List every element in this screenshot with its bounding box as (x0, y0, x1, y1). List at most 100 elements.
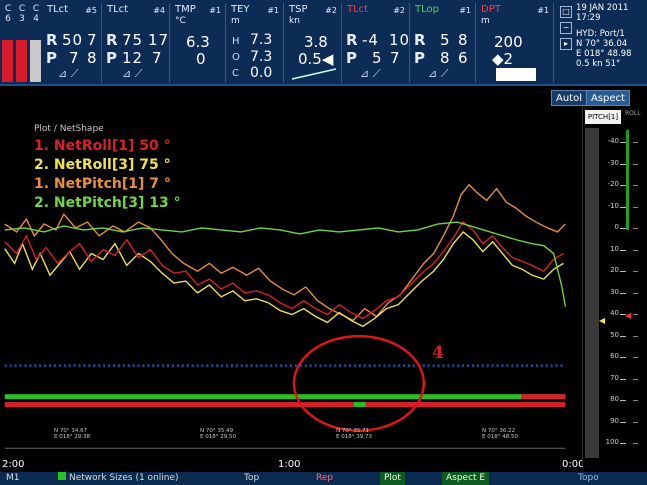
channel-c3[interactable]: C4 (30, 4, 42, 24)
network-sizes-indicator[interactable]: Network Sizes (1 online) (54, 472, 183, 485)
panel-title: TMP (175, 4, 196, 15)
bottom-toolbar: M1 Network Sizes (1 online) Top Rep Plot… (0, 472, 647, 485)
button-top[interactable]: Top (240, 472, 263, 485)
netroll-1-trace (4, 221, 564, 320)
scale-tick-label: 50 (610, 330, 619, 339)
scale-tick (620, 400, 626, 401)
annotation-circle (292, 334, 426, 432)
pitch-label: P (414, 49, 425, 67)
sensor-panel-tey[interactable]: TEY #1 m H O C 7.3 7.3 0.0 (228, 3, 284, 83)
tab-aspect[interactable]: Aspect (586, 90, 630, 106)
panel-title: TLop (415, 4, 439, 15)
longitude-text: E 018° 48.98 (576, 49, 632, 59)
scale-tick (620, 443, 626, 444)
roll-tick (633, 271, 638, 272)
channel-c2[interactable]: C3 (16, 4, 28, 24)
pitch-value: 5 (372, 49, 383, 67)
scale-tick-label: 20 (610, 266, 619, 274)
panel-number: #2 (393, 6, 405, 15)
roll-tick (633, 357, 638, 358)
roll-value: 50 (62, 31, 84, 49)
tey-h-value: 7.3 (250, 32, 273, 48)
scale-tick-label: 40 (610, 309, 619, 317)
roll-tick (633, 335, 638, 337)
latitude-text: N 70° 36.04 (576, 39, 628, 49)
depth-gauge (496, 68, 536, 81)
roll-value-2: 10 (389, 31, 411, 49)
roll-value-2: 7 (87, 31, 98, 49)
panel-number: #5 (85, 6, 97, 15)
legend-item-netpitch-1[interactable]: 1. NetPitch[1] 7 ° (34, 175, 181, 194)
button-rep[interactable]: Rep (312, 472, 337, 485)
scale-tick-label: 90 (610, 416, 619, 425)
panel-number: #1 (267, 6, 279, 15)
roll-tick (633, 292, 638, 294)
roll-value: -4 (362, 31, 379, 49)
arrow-icon[interactable]: ▸ (560, 38, 572, 50)
status-segment (353, 402, 366, 407)
mode-m1[interactable]: M1 (2, 472, 24, 485)
roll-tick (633, 185, 638, 186)
sensor-panel-tlct-2[interactable]: TLct #2 R P -4 10 5 7 ⊿ ⟋ (344, 3, 410, 83)
tey-o-value: 7.3 (250, 49, 273, 65)
sensor-panel-depth[interactable]: DPT #1 m 200 ◆2 (478, 3, 554, 83)
legend-item-netroll-1[interactable]: 1. NetRoll[1] 50 ° (34, 137, 181, 156)
scale-tick (620, 271, 626, 272)
roll-tick (633, 378, 638, 380)
minus-icon[interactable]: − (560, 22, 572, 34)
scale-tick-label: 60 (610, 352, 619, 360)
sensor-panel-tmp[interactable]: TMP #1 °C 6.3 0 (172, 3, 226, 83)
pitch-value-2: 8 (87, 49, 98, 67)
roll-tick (633, 443, 638, 444)
roll-tick (633, 163, 638, 165)
hydrophone-text: HYD: Port/1 (576, 29, 625, 39)
sensor-panel-tlct-5[interactable]: TLct #5 R P 50 7 7 8 ⊿ ⟋ (44, 3, 102, 83)
roll-label: R (46, 31, 58, 49)
scale-tick (620, 335, 626, 337)
button-plot[interactable]: Plot (380, 472, 405, 485)
panel-number: #4 (153, 6, 165, 15)
position-label: N 70° 36.22 E 018° 48.50 (482, 428, 518, 440)
tab-autol[interactable]: Autol (551, 90, 587, 106)
panel-number: #2 (325, 6, 337, 15)
sensor-panel-tsp[interactable]: TSP #2 kn 3.8 0.5◀ (286, 3, 342, 83)
roll-value: 75 (122, 31, 144, 49)
legend-item-netpitch-3[interactable]: 2. NetPitch[3] 13 ° (34, 194, 181, 213)
speed-graph-icon (292, 68, 337, 80)
time-label-mid: 1:00 (278, 459, 301, 470)
scale-tick-label: 70 (610, 373, 619, 382)
roll-tick (633, 249, 638, 251)
legend-item-netroll-3[interactable]: 2. NetRoll[3] 75 ° (34, 156, 181, 175)
window-icon[interactable]: □ (560, 6, 572, 18)
nav-info: 19 JAN 2011 17:29 HYD: Port/1 N 70° 36.0… (576, 3, 646, 83)
pitch-scale[interactable]: PITCH[1] ROLL ◀ ◀ -40 -30 -20 -10 0 10 20 30 40 5… (582, 106, 647, 466)
panel-title: TEY (231, 4, 250, 15)
roll-tick (633, 400, 638, 401)
channel-c1[interactable]: C6 (2, 4, 14, 24)
plot-legend: Plot / NetShape 1. NetRoll[1] 50 ° 2. Ne… (34, 124, 181, 213)
roll-tick (633, 421, 638, 423)
annotation-label: 4 (432, 343, 444, 363)
scale-tick (620, 292, 626, 294)
panel-number: #1 (459, 6, 471, 15)
pitch-value-2: 6 (458, 49, 469, 67)
pitch-value: 7 (69, 49, 80, 67)
panel-number: #1 (209, 6, 221, 15)
sensor-panel-tlop[interactable]: TLop #1 R P 5 8 8 6 ⊿ ⟋ (412, 3, 476, 83)
scale-tick (620, 163, 626, 165)
roll-value: 5 (440, 31, 451, 49)
temperature-value: 6.3 (186, 33, 210, 51)
button-aspect-e[interactable]: Aspect E (442, 472, 490, 485)
sensor-panel-tlct-4[interactable]: TLct #4 R P 75 17 12 7 ⊿ ⟋ (104, 3, 170, 83)
time-label-left: 2:00 (2, 459, 25, 470)
panel-title: DPT (481, 4, 501, 15)
scale-tick-label: 100 (605, 438, 619, 446)
c-label: C (232, 68, 239, 79)
scale-tick (620, 314, 626, 315)
h-label: H (232, 36, 240, 47)
scale-tick-label: -40 (607, 137, 619, 145)
roll-label: R (346, 31, 358, 49)
panel-unit: m (481, 16, 490, 26)
button-topo[interactable]: Topo (574, 472, 603, 485)
pitch-value: 8 (440, 49, 451, 67)
